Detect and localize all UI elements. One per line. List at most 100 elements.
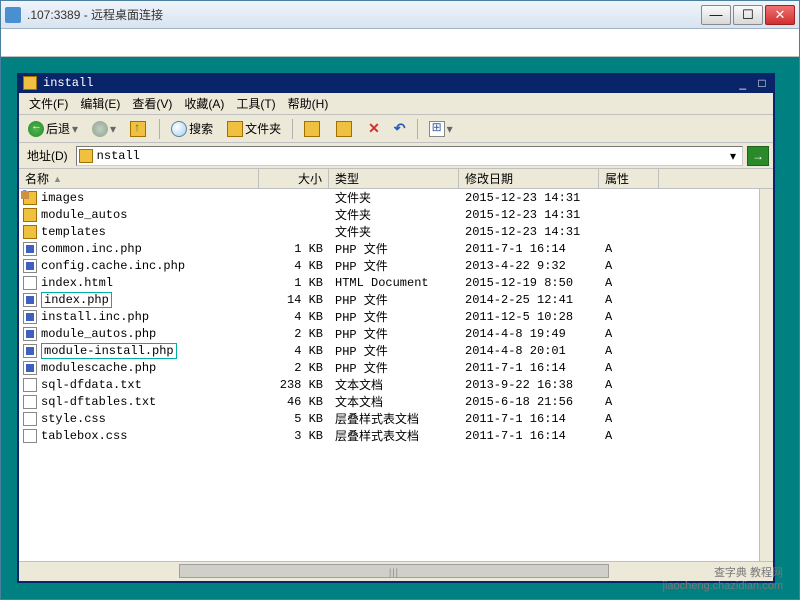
php-icon: [23, 327, 37, 341]
table-row[interactable]: tablebox.css3 KB层叠样式表文档2011-7-1 16:14A: [19, 427, 759, 444]
table-row[interactable]: index.php14 KBPHP 文件2014-2-25 12:41A: [19, 291, 759, 308]
grip-icon: |||: [389, 567, 399, 577]
file-size: 3 KB: [259, 429, 329, 443]
table-row[interactable]: templates文件夹2015-12-23 14:31: [19, 223, 759, 240]
file-date: 2015-12-23 14:31: [459, 191, 599, 205]
up-button[interactable]: [125, 118, 153, 140]
search-icon: [171, 121, 187, 137]
search-button[interactable]: 搜索: [166, 117, 218, 140]
file-type: 层叠样式表文档: [329, 410, 459, 427]
table-row[interactable]: style.css5 KB层叠样式表文档2011-7-1 16:14A: [19, 410, 759, 427]
table-row[interactable]: module-install.php4 KBPHP 文件2014-4-8 20:…: [19, 342, 759, 359]
php-icon: [23, 242, 37, 256]
col-attr[interactable]: 属性: [599, 169, 659, 188]
folder-icon: [227, 121, 243, 137]
file-list[interactable]: images文件夹2015-12-23 14:31module_autos文件夹…: [19, 189, 759, 561]
col-type[interactable]: 类型: [329, 169, 459, 188]
copyto-icon: [336, 121, 352, 137]
file-attr: A: [599, 412, 659, 426]
col-name[interactable]: 名称 ▲: [19, 169, 259, 188]
move-to-button[interactable]: [299, 118, 327, 140]
table-row[interactable]: module_autos.php2 KBPHP 文件2014-4-8 19:49…: [19, 325, 759, 342]
maximize-button[interactable]: ☐: [733, 5, 763, 25]
addressbar: 地址(D) ▾ →: [19, 143, 773, 169]
file-name: common.inc.php: [41, 242, 142, 256]
file-type: 文本文档: [329, 393, 459, 410]
css-icon: [23, 412, 37, 426]
file-name: sql-dftables.txt: [41, 395, 156, 409]
rdp-window: .107:3389 - 远程桌面连接 — ☐ ✕ install _ □ 文件(…: [0, 0, 800, 600]
file-name: images: [41, 191, 84, 205]
exp-minimize-button[interactable]: _: [736, 76, 750, 90]
minimize-button[interactable]: —: [701, 5, 731, 25]
table-row[interactable]: module_autos文件夹2015-12-23 14:31: [19, 206, 759, 223]
undo-button[interactable]: ↶: [389, 117, 411, 140]
file-date: 2011-7-1 16:14: [459, 429, 599, 443]
forward-icon: [92, 121, 108, 137]
file-name: templates: [41, 225, 106, 239]
folder-icon: [23, 76, 37, 90]
remote-strip: [1, 29, 799, 57]
table-row[interactable]: install.inc.php4 KBPHP 文件2011-12-5 10:28…: [19, 308, 759, 325]
explorer-titlebar[interactable]: install _ □: [19, 73, 773, 93]
file-size: 1 KB: [259, 242, 329, 256]
delete-button[interactable]: ✕: [363, 117, 385, 140]
php-icon: [23, 344, 37, 358]
menu-favorites[interactable]: 收藏(A): [178, 93, 230, 114]
file-attr: A: [599, 293, 659, 307]
address-dropdown[interactable]: ▾: [726, 149, 740, 163]
table-row[interactable]: modulescache.php2 KBPHP 文件2011-7-1 16:14…: [19, 359, 759, 376]
sort-asc-icon: ▲: [53, 174, 62, 184]
menu-tools[interactable]: 工具(T): [230, 93, 281, 114]
vertical-scrollbar[interactable]: [759, 189, 773, 561]
address-input[interactable]: [97, 149, 726, 163]
menu-help[interactable]: 帮助(H): [282, 93, 335, 114]
table-row[interactable]: images文件夹2015-12-23 14:31: [19, 189, 759, 206]
file-size: 2 KB: [259, 327, 329, 341]
css-icon: [23, 429, 37, 443]
php-icon: [23, 259, 37, 273]
file-size: 4 KB: [259, 344, 329, 358]
exp-maximize-button[interactable]: □: [755, 76, 769, 90]
file-attr: A: [599, 327, 659, 341]
file-size: 4 KB: [259, 259, 329, 273]
file-attr: A: [599, 395, 659, 409]
statusbar: |||: [19, 561, 773, 581]
explorer-window: install _ □ 文件(F) 编辑(E) 查看(V) 收藏(A) 工具(T…: [17, 73, 775, 583]
table-row[interactable]: sql-dftables.txt46 KB文本文档2015-6-18 21:56…: [19, 393, 759, 410]
up-icon: [130, 121, 146, 137]
file-attr: A: [599, 378, 659, 392]
table-row[interactable]: common.inc.php1 KBPHP 文件2011-7-1 16:14A: [19, 240, 759, 257]
file-date: 2013-9-22 16:38: [459, 378, 599, 392]
file-attr: A: [599, 361, 659, 375]
undo-icon: ↶: [394, 120, 406, 137]
file-size: 5 KB: [259, 412, 329, 426]
forward-button[interactable]: ▾: [87, 118, 121, 140]
close-button[interactable]: ✕: [765, 5, 795, 25]
file-name: module_autos.php: [41, 327, 156, 341]
address-field-wrap[interactable]: ▾: [76, 146, 743, 166]
file-size: 4 KB: [259, 310, 329, 324]
table-row[interactable]: sql-dfdata.txt238 KB文本文档2013-9-22 16:38A: [19, 376, 759, 393]
go-button[interactable]: →: [747, 146, 769, 166]
menu-edit[interactable]: 编辑(E): [74, 93, 126, 114]
php-icon: [23, 361, 37, 375]
menu-file[interactable]: 文件(F): [23, 93, 74, 114]
back-button[interactable]: 后退 ▾: [23, 117, 83, 140]
file-attr: A: [599, 344, 659, 358]
folders-button[interactable]: 文件夹: [222, 117, 286, 140]
file-name: module_autos: [41, 208, 127, 222]
table-row[interactable]: index.html1 KBHTML Document2015-12-19 8:…: [19, 274, 759, 291]
menu-view[interactable]: 查看(V): [126, 93, 178, 114]
copy-to-button[interactable]: [331, 118, 359, 140]
file-type: PHP 文件: [329, 359, 459, 376]
file-attr: A: [599, 242, 659, 256]
file-name: index.html: [41, 276, 113, 290]
col-size[interactable]: 大小: [259, 169, 329, 188]
col-date[interactable]: 修改日期: [459, 169, 599, 188]
views-button[interactable]: ▾: [424, 118, 458, 140]
file-size: 1 KB: [259, 276, 329, 290]
txt-icon: [23, 378, 37, 392]
rdp-titlebar[interactable]: .107:3389 - 远程桌面连接 — ☐ ✕: [1, 1, 799, 29]
table-row[interactable]: config.cache.inc.php4 KBPHP 文件2013-4-22 …: [19, 257, 759, 274]
